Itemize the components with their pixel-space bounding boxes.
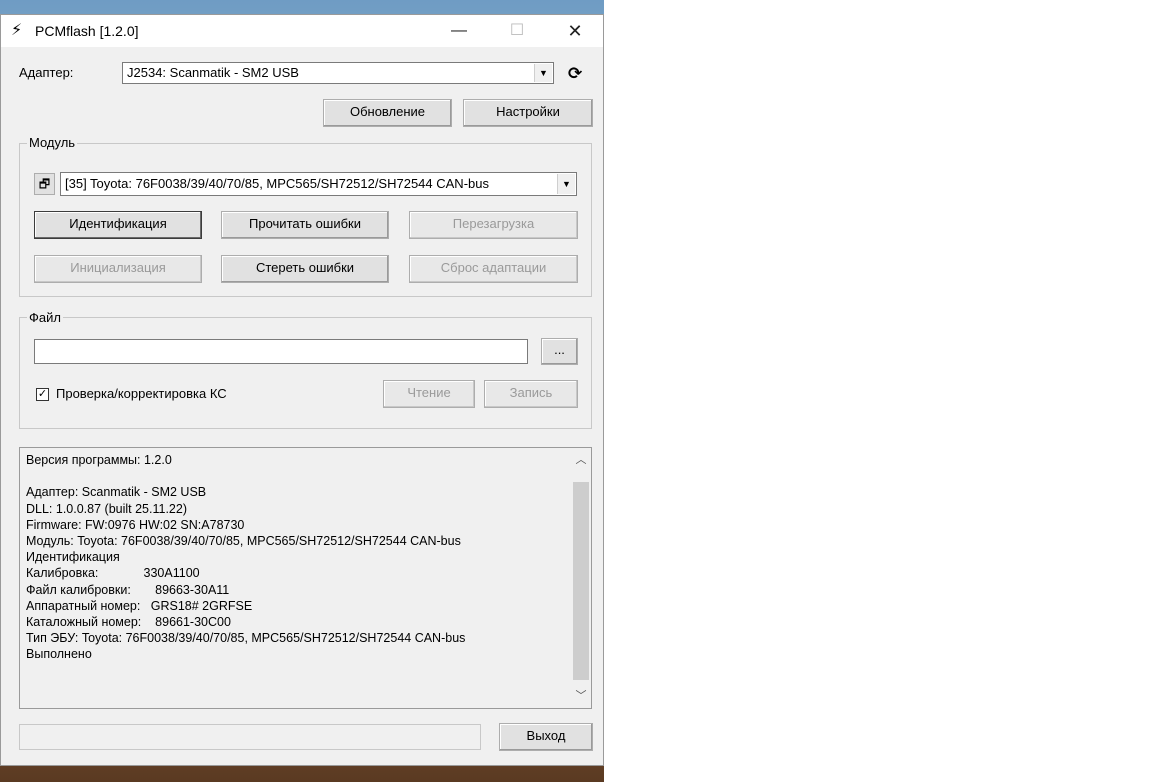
module-select-value: [35] Toyota: 76F0038/39/40/70/85, MPC565… (65, 176, 489, 191)
reset-adaptation-button[interactable]: Сброс адаптации (409, 255, 578, 283)
init-button[interactable]: Инициализация (34, 255, 202, 283)
identify-button[interactable]: Идентификация (34, 211, 202, 239)
file-group (19, 317, 592, 429)
update-button[interactable]: Обновление (323, 99, 452, 127)
close-button[interactable]: ✕ (552, 15, 598, 47)
clear-errors-button[interactable]: Стереть ошибки (221, 255, 389, 283)
pcmflash-window: ⚡ PCMflash [1.2.0] — ☐ ✕ Адаптер: J2534:… (0, 14, 604, 766)
log-line: Адаптер: Scanmatik - SM2 USB (26, 485, 207, 500)
exit-button[interactable]: Выход (499, 723, 593, 751)
refresh-icon[interactable]: ⟳ (568, 64, 582, 84)
settings-button[interactable]: Настройки (463, 99, 593, 127)
log-line: Выполнено (26, 647, 92, 662)
log-line: Модуль: Toyota: 76F0038/39/40/70/85, MPC… (26, 534, 461, 549)
log-line: Версия программы: 1.2.0 (26, 453, 172, 467)
log-scrollbar[interactable]: ︿ ﹀ (571, 448, 591, 708)
adapter-select[interactable]: J2534: Scanmatik - SM2 USB ▼ (122, 62, 554, 84)
lightning-icon: ⚡ (11, 22, 23, 39)
file-group-title: Файл (27, 310, 63, 325)
checksum-label[interactable]: Проверка/корректировка КС (56, 386, 227, 401)
log-line: Каталожный номер: 89661-30C00 (26, 615, 231, 630)
log-line: Аппаратный номер: GRS18# 2GRFSE (26, 598, 253, 613)
file-path-input[interactable] (34, 339, 528, 364)
log-line: Идентификация (26, 550, 120, 565)
title-bar[interactable]: ⚡ PCMflash [1.2.0] — ☐ ✕ (1, 15, 603, 47)
adapter-select-value: J2534: Scanmatik - SM2 USB (127, 65, 299, 80)
log-line: Тип ЭБУ: Toyota: 76F0038/39/40/70/85, MP… (26, 631, 466, 646)
log-line: Файл калибровки: 89663-30A11 (26, 582, 230, 597)
log-line: DLL: 1.0.0.87 (built 25.11.22) (26, 501, 187, 516)
minimize-button[interactable]: — (436, 15, 482, 47)
chevron-down-icon[interactable]: ▼ (534, 64, 552, 82)
window-title: PCMflash [1.2.0] (35, 23, 139, 39)
checksum-checkbox[interactable]: ✓ (36, 388, 49, 401)
module-select[interactable]: [35] Toyota: 76F0038/39/40/70/85, MPC565… (60, 172, 577, 196)
chevron-down-icon[interactable]: ▼ (557, 174, 575, 194)
chevron-up-icon[interactable]: ︿ (571, 450, 591, 470)
adapter-label: Адаптер: (19, 65, 74, 80)
log-output[interactable]: Версия программы: 1.2.0 Адаптер: Scanmat… (19, 447, 592, 709)
module-group-title: Модуль (27, 135, 78, 150)
status-bar (19, 724, 481, 750)
read-button[interactable]: Чтение (383, 380, 475, 408)
log-lines: Версия программы: 1.2.0 Адаптер: Scanmat… (26, 452, 465, 663)
maximize-button[interactable]: ☐ (494, 15, 540, 47)
browse-button[interactable]: ... (541, 338, 578, 365)
log-line: Firmware: FW:0976 HW:02 SN:A78730 (26, 517, 245, 532)
read-errors-button[interactable]: Прочитать ошибки (221, 211, 389, 239)
scroll-thumb[interactable] (573, 482, 589, 680)
write-button[interactable]: Запись (484, 380, 578, 408)
reboot-button[interactable]: Перезагрузка (409, 211, 578, 239)
chevron-down-icon[interactable]: ﹀ (571, 686, 591, 706)
window-restore-icon[interactable]: 🗗 (34, 173, 55, 195)
log-line: Калибровка: 330A1100 (26, 566, 200, 581)
